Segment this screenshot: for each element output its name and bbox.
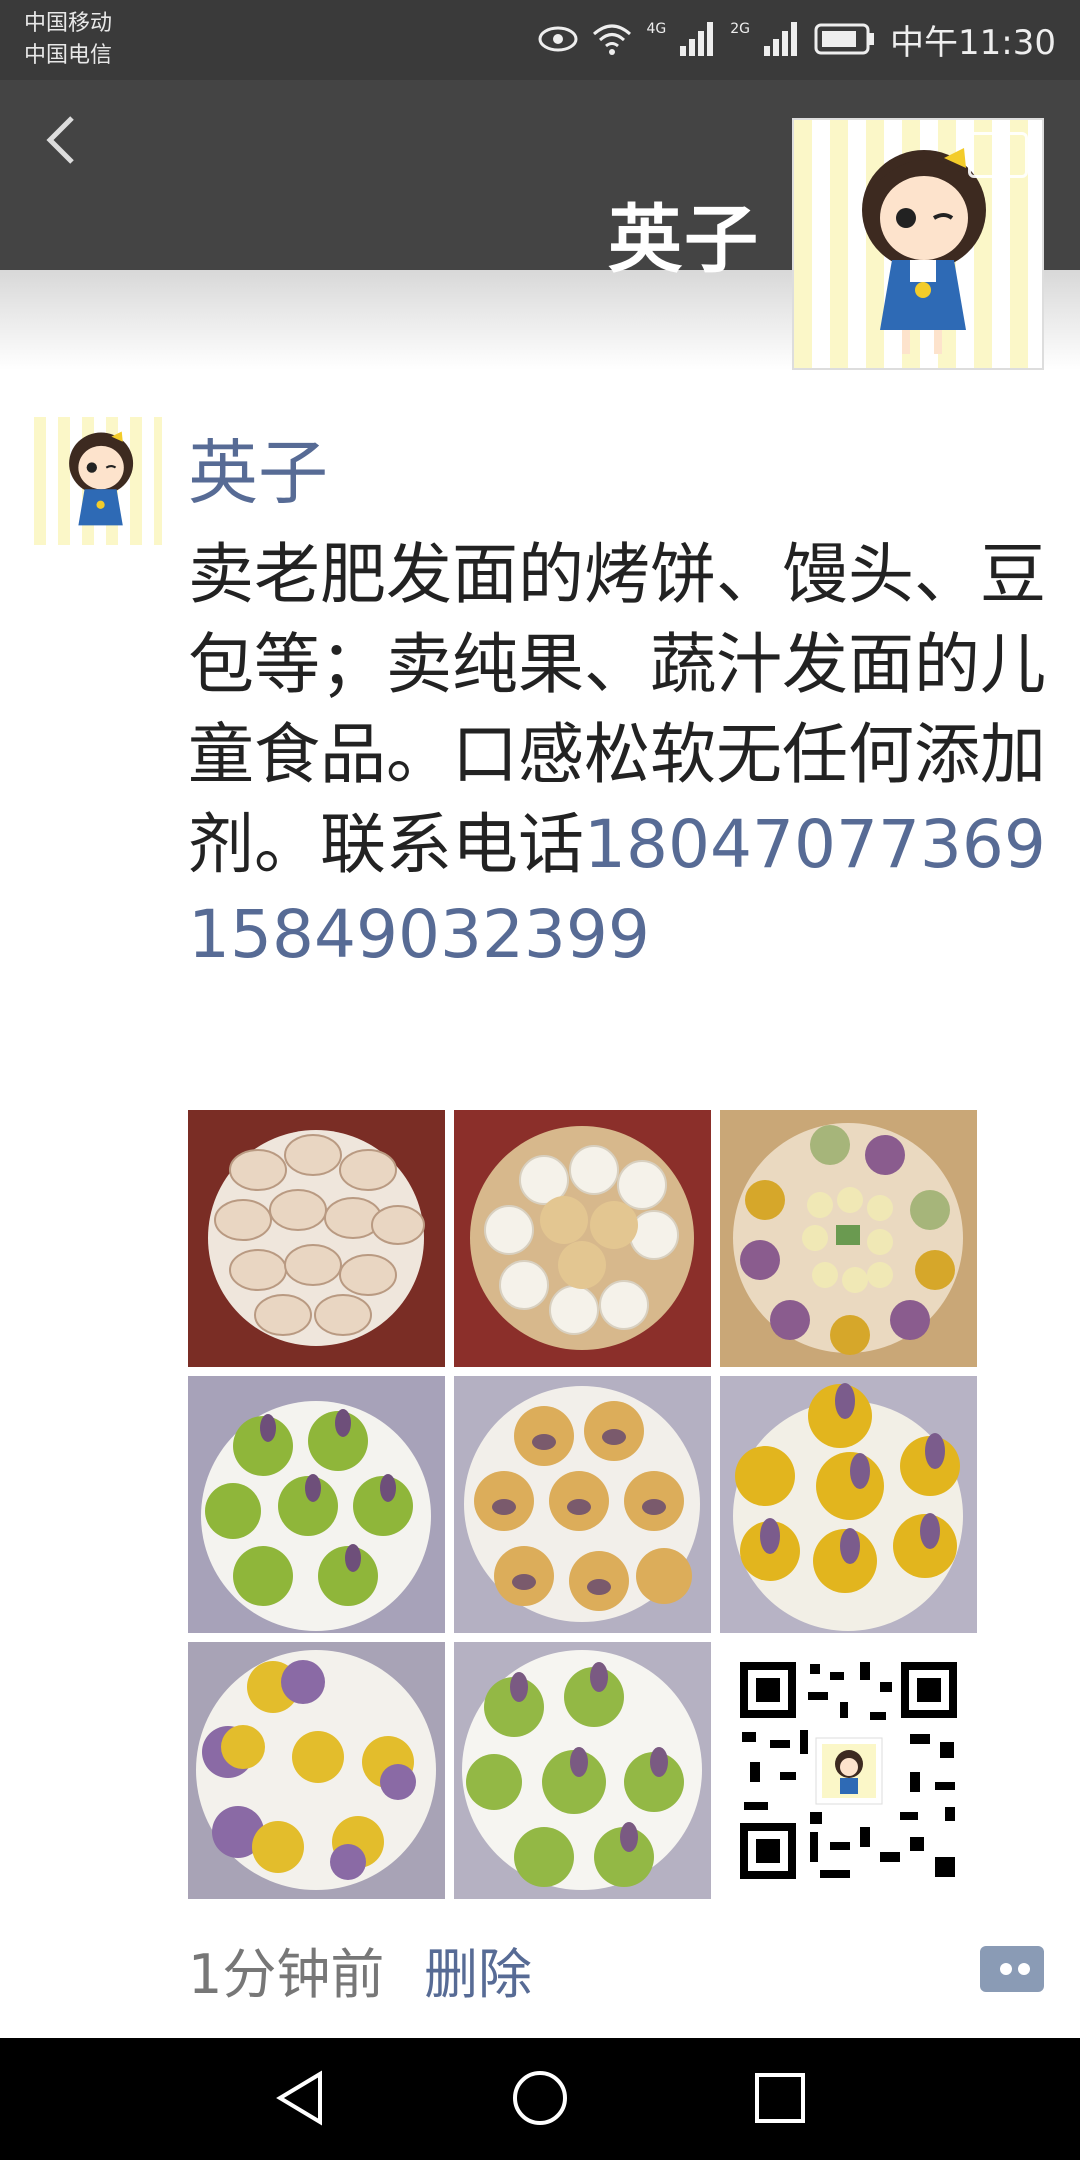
qr-code-icon [740, 1662, 957, 1879]
system-nav-bar [0, 2038, 1080, 2160]
comment-dots-icon [980, 1960, 1030, 1978]
food-photo [733, 1383, 963, 1631]
back-triangle-icon[interactable] [272, 2068, 328, 2128]
network-1-label: 4G [646, 21, 667, 37]
food-photo [196, 1650, 436, 1890]
post-image[interactable] [720, 1110, 977, 1367]
post-image-grid [188, 1110, 978, 1899]
wifi-icon [593, 24, 632, 55]
post-image[interactable] [188, 1642, 445, 1899]
home-circle-icon[interactable] [510, 2068, 570, 2128]
carrier-info: 中国移动 中国电信 [24, 8, 112, 72]
back-button[interactable] [40, 110, 100, 180]
status-time: 中午11:30 [890, 22, 1056, 63]
post-image[interactable] [720, 1376, 977, 1633]
food-photo [462, 1650, 702, 1890]
profile-avatar[interactable] [792, 118, 1044, 370]
avatar-girl-illustration [69, 431, 134, 526]
camera-icon[interactable] [968, 132, 1028, 178]
delete-button[interactable]: 删除 [424, 1930, 532, 2009]
post-image[interactable] [454, 1110, 711, 1367]
food-photo [470, 1126, 694, 1350]
post-image[interactable] [454, 1642, 711, 1899]
post-image[interactable] [188, 1110, 445, 1367]
food-photo [464, 1386, 700, 1622]
recents-square-icon[interactable] [752, 2070, 808, 2126]
phone-number-link[interactable]: 18047077369 [584, 806, 1046, 883]
post-content: 卖老肥发面的烤饼、馒头、豆包等；卖纯果、蔬汁发面的儿童食品。口感松软无任何添加剂… [188, 530, 1058, 980]
chevron-left-icon [46, 116, 74, 164]
post-author-avatar[interactable] [34, 417, 162, 545]
network-2-label: 2G [730, 21, 751, 37]
battery-icon [814, 23, 875, 55]
post-image[interactable] [188, 1376, 445, 1633]
status-bar: 中国移动 中国电信 4G 2G 中午11:30 [0, 0, 1080, 80]
qr-code-image[interactable] [720, 1642, 977, 1899]
page-title: 英子 [608, 197, 760, 283]
food-photo [201, 1401, 431, 1631]
comment-button[interactable] [980, 1946, 1044, 1992]
status-icons: 4G 2G 中午11:30 [538, 14, 1056, 64]
eye-icon [538, 26, 578, 52]
post-time: 1分钟前 [188, 1943, 385, 2006]
carrier-2: 中国电信 [24, 43, 113, 68]
phone-number-link[interactable]: 15849032399 [188, 896, 650, 973]
signal-icon [764, 22, 798, 56]
post-author-name[interactable]: 英子 [188, 428, 328, 518]
food-photo [733, 1123, 963, 1355]
carrier-1: 中国移动 [24, 11, 113, 36]
food-photo [208, 1130, 425, 1346]
post-image[interactable] [454, 1376, 711, 1633]
signal-icon [680, 22, 714, 56]
